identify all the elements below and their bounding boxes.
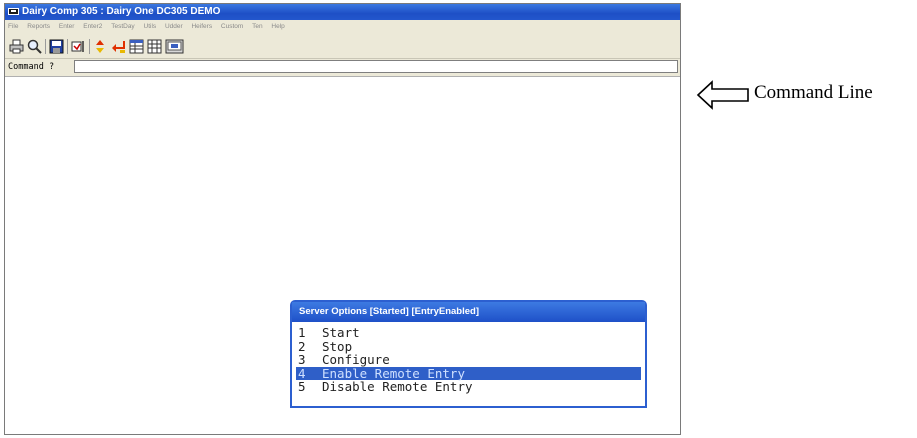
- option-number: 1: [298, 325, 306, 340]
- print-icon[interactable]: [9, 39, 24, 54]
- menu-bar: File Reports Enter Enter2 TestDay Utils …: [5, 20, 680, 34]
- grid-icon[interactable]: [129, 39, 144, 54]
- menu-reports[interactable]: Reports: [27, 23, 50, 30]
- toolbar-separator: [45, 39, 46, 54]
- screen-icon[interactable]: [165, 39, 184, 54]
- option-number: 2: [298, 338, 306, 354]
- menu-enter2[interactable]: Enter2: [83, 23, 102, 30]
- preview-icon[interactable]: [27, 39, 42, 54]
- menu-file[interactable]: File: [8, 23, 18, 30]
- dialog-option-list: 1 Start 2 Stop 3 Configure 4 Enable Remote E…: [296, 326, 641, 394]
- command-label: Command ?: [8, 62, 55, 72]
- command-input[interactable]: [74, 60, 678, 73]
- menu-custom[interactable]: Custom: [221, 23, 243, 30]
- toolbar-separator: [89, 39, 90, 54]
- menu-utils[interactable]: Utils: [144, 23, 157, 30]
- menu-heifers[interactable]: Heifers: [191, 23, 212, 30]
- menu-testday[interactable]: TestDay: [111, 23, 134, 30]
- option-number: 4: [298, 365, 306, 381]
- title-bar[interactable]: Dairy Comp 305 : Dairy One DC305 DEMO: [5, 4, 680, 20]
- option-stop[interactable]: 2 Stop: [296, 338, 641, 354]
- save-icon[interactable]: [49, 39, 64, 54]
- next-icon[interactable]: [71, 39, 86, 54]
- dialog-title: Server Options [Started] [EntryEnabled]: [292, 302, 645, 322]
- app-window: Dairy Comp 305 : Dairy One DC305 DEMO Fi…: [4, 3, 681, 435]
- menu-help[interactable]: Help: [271, 23, 284, 30]
- option-number: 5: [298, 379, 306, 394]
- arrow-left-icon: [696, 80, 749, 110]
- toolbar: [5, 34, 680, 59]
- menu-ten[interactable]: Ten: [252, 23, 262, 30]
- option-start[interactable]: 1 Start: [296, 326, 641, 340]
- toolbar-separator: [67, 39, 68, 54]
- enter-icon[interactable]: [111, 39, 126, 54]
- table-icon[interactable]: [147, 39, 162, 54]
- menu-enter[interactable]: Enter: [59, 23, 75, 30]
- app-icon: [8, 8, 19, 15]
- option-label: Disable Remote Entry: [322, 379, 473, 394]
- annotation-label: Command Line: [754, 82, 873, 103]
- option-enable-remote-entry[interactable]: 4 Enable Remote Entry: [296, 365, 641, 381]
- option-configure[interactable]: 3 Configure: [296, 353, 641, 367]
- command-line-row: Command ?: [5, 59, 680, 77]
- option-disable-remote-entry[interactable]: 5 Disable Remote Entry: [296, 380, 641, 394]
- sort-icon[interactable]: [93, 39, 108, 54]
- window-title: Dairy Comp 305 : Dairy One DC305 DEMO: [22, 6, 221, 17]
- option-number: 3: [298, 352, 306, 367]
- server-options-dialog: Server Options [Started] [EntryEnabled] …: [290, 300, 647, 408]
- menu-udder[interactable]: Udder: [165, 23, 183, 30]
